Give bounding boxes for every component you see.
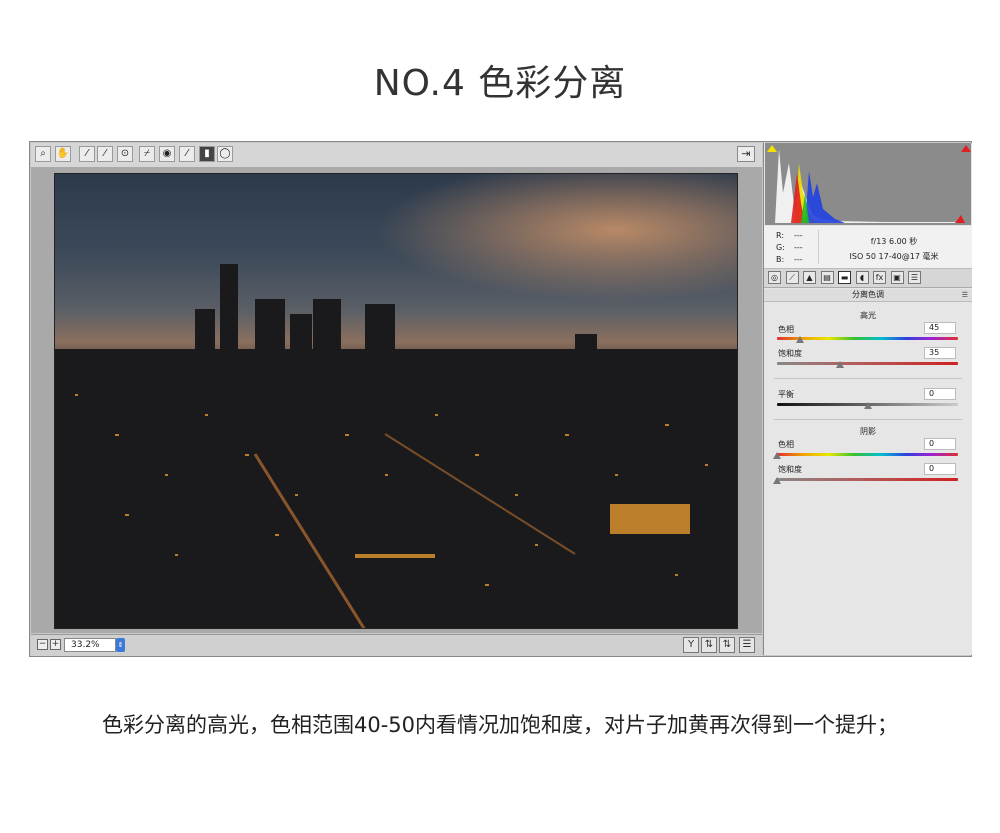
highlights-saturation-value[interactable]: 35 — [924, 347, 956, 359]
target-adjust-icon[interactable]: ⊙ — [117, 146, 133, 162]
caption-text: 色彩分离的高光，色相范围40-50内看情况加饱和度，对片子加黄再次得到一个提升； — [101, 713, 899, 737]
split-toning-title: 分离色调 — [852, 290, 884, 299]
crop-icon[interactable]: ⌿ — [139, 146, 155, 162]
graduated-filter-icon[interactable]: ▮ — [199, 146, 215, 162]
highlights-saturation-thumb[interactable] — [836, 361, 845, 368]
hsl-tab-icon[interactable]: ▤ — [820, 271, 834, 284]
g-value: --- — [794, 243, 803, 252]
camera-calibration-tab-icon[interactable]: ▣ — [890, 271, 904, 284]
highlights-hue-thumb[interactable] — [795, 336, 804, 343]
split-toning-tab-icon[interactable]: ▬ — [838, 271, 851, 284]
before-after-icon[interactable]: Y — [683, 637, 699, 653]
aperture-shutter: f/13 6.00 秒 — [870, 237, 918, 246]
basic-tab-icon[interactable]: ◎ — [768, 271, 781, 284]
panel-tabs: ◎ ⟋ ▲ ▤ ▬ ◖ fx ▣ ☰ — [764, 269, 972, 288]
balance-label: 平衡 — [778, 390, 794, 399]
highlights-hue-label: 色相 — [778, 325, 794, 334]
balance-thumb[interactable] — [863, 402, 872, 409]
iso-lens: ISO 50 17-40@17 毫米 — [849, 252, 939, 261]
copy-settings-icon[interactable]: ⇅ — [719, 637, 735, 653]
color-sampler-icon[interactable]: ⁄ — [97, 146, 113, 162]
highlights-title: 高光 — [860, 311, 876, 320]
highlights-saturation-label: 饱和度 — [778, 349, 802, 358]
zoom-dropdown-icon[interactable]: ⇕ — [116, 638, 125, 652]
red-eye-icon[interactable]: ◉ — [159, 146, 175, 162]
highlights-saturation-slider[interactable] — [777, 362, 958, 365]
zoom-level-field[interactable]: 33.2% — [64, 638, 116, 652]
shadows-saturation-slider[interactable] — [777, 478, 958, 481]
section-divider — [774, 378, 962, 379]
brush-icon[interactable]: ⁄ — [179, 146, 195, 162]
white-balance-icon[interactable]: ⁄ — [79, 146, 95, 162]
r-value: --- — [794, 231, 803, 240]
info-divider — [818, 230, 819, 264]
zoom-icon[interactable]: ⌕ — [35, 146, 51, 162]
radial-filter-icon[interactable]: ◯ — [217, 146, 233, 162]
tool-bar: ⌕ ✋ ⁄ ⁄ ⊙ ⌿ ◉ ⁄ ▮ ◯ — [31, 143, 762, 168]
r-label: R: — [776, 231, 785, 240]
detail-tab-icon[interactable]: ▲ — [803, 271, 816, 284]
status-bar: − + 33.2% ⇕ Y ⇅ ⇅ ☰ — [31, 634, 762, 656]
histogram — [765, 143, 971, 225]
shadows-hue-slider[interactable] — [777, 453, 958, 456]
presets-tab-icon[interactable]: ☰ — [908, 271, 921, 284]
histogram-graph — [775, 149, 965, 223]
effects-tab-icon[interactable]: fx — [873, 271, 886, 284]
shadows-title: 阴影 — [860, 427, 876, 436]
highlights-hue-value[interactable]: 45 — [924, 322, 956, 334]
shadows-saturation-value[interactable]: 0 — [924, 463, 956, 475]
city-skyline-image — [55, 174, 737, 628]
night-city-photo — [54, 173, 738, 629]
preferences-icon[interactable]: ☰ — [739, 637, 755, 653]
balance-value[interactable]: 0 — [924, 388, 956, 400]
adjustments-panel: R: --- G: --- B: --- f/13 6.00 秒 ISO 50 … — [763, 143, 972, 655]
shadows-saturation-label: 饱和度 — [778, 465, 802, 474]
camera-raw-window: ⌕ ✋ ⁄ ⁄ ⊙ ⌿ ◉ ⁄ ▮ ◯ ⇥ − + 33.2% ⇕ Y ⇅ ⇅ … — [29, 141, 972, 657]
swap-settings-icon[interactable]: ⇅ — [701, 637, 717, 653]
shadows-hue-value[interactable]: 0 — [924, 438, 956, 450]
shadows-hue-label: 色相 — [778, 440, 794, 449]
shadows-saturation-thumb[interactable] — [773, 477, 781, 484]
g-label: G: — [776, 243, 785, 252]
highlights-hue-slider[interactable] — [777, 337, 958, 340]
image-info: R: --- G: --- B: --- f/13 6.00 秒 ISO 50 … — [764, 226, 972, 269]
panel-menu-icon[interactable]: ☰ — [962, 289, 968, 301]
zoom-in-icon[interactable]: + — [50, 639, 61, 650]
page-title: NO.4 色彩分离 — [373, 63, 627, 104]
shadow-clipping-icon[interactable] — [767, 145, 777, 152]
image-preview-area — [31, 168, 762, 633]
shadows-hue-thumb[interactable] — [773, 452, 781, 459]
zoom-out-icon[interactable]: − — [37, 639, 48, 650]
tone-curve-tab-icon[interactable]: ⟋ — [785, 271, 799, 284]
highlight-clipping-icon[interactable] — [961, 145, 971, 152]
hand-icon[interactable]: ✋ — [55, 146, 71, 162]
lens-corrections-tab-icon[interactable]: ◖ — [855, 271, 869, 284]
b-value: --- — [794, 255, 803, 264]
panel-section-title: 分离色调 ☰ — [764, 289, 972, 302]
open-image-icon[interactable]: ⇥ — [737, 146, 755, 162]
section-divider — [774, 419, 962, 420]
b-label: B: — [776, 255, 785, 264]
